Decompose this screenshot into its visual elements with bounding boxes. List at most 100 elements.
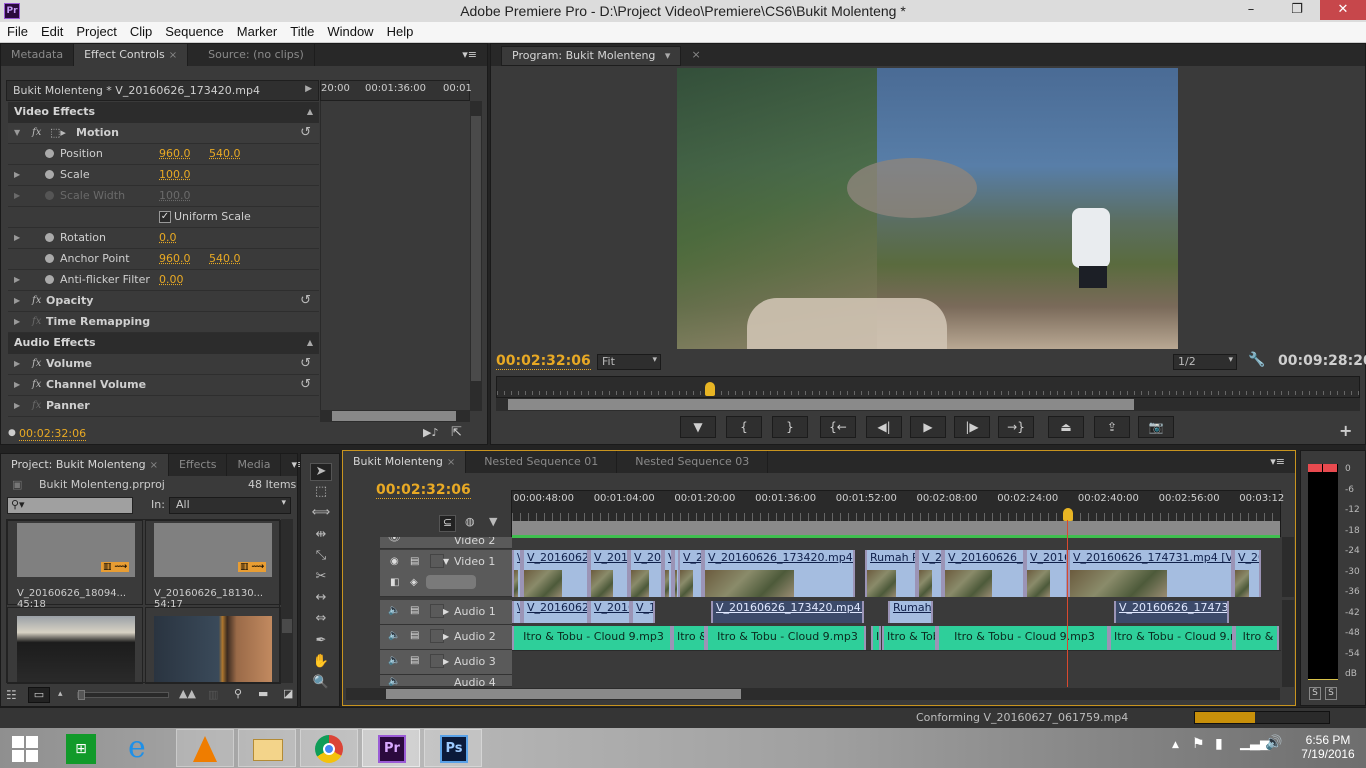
param-value-1[interactable]: 100.0 <box>159 165 191 185</box>
track-lock-icon[interactable] <box>430 554 444 568</box>
expand-triangle-icon[interactable]: ▶ <box>14 228 20 248</box>
sync-lock-icon[interactable]: ▤ <box>410 630 419 641</box>
timeline-timecode[interactable]: 00:02:32:06 <box>376 482 471 499</box>
stopwatch-icon[interactable] <box>45 191 54 200</box>
store-icon[interactable]: ⊞ <box>66 734 96 764</box>
param-value-1[interactable]: 0.00 <box>159 270 184 290</box>
keyframe-nav[interactable] <box>426 575 476 589</box>
automate-to-sequence-icon[interactable]: ▥ <box>208 688 218 701</box>
lift-button[interactable]: ⏏ <box>1048 416 1084 438</box>
track-header-video1[interactable]: ◉ ▤ ▼ Video 1 ◧ ◈ <box>380 550 512 597</box>
program-time-ruler[interactable] <box>496 376 1360 398</box>
ec-horizontal-scrollbar[interactable] <box>320 410 470 422</box>
timeline-clip[interactable]: Itro & Tob <box>882 626 937 650</box>
keyframe-toggle-icon[interactable]: ◈ <box>410 577 418 588</box>
collapse-triangle-icon[interactable]: ▼ <box>443 557 449 566</box>
clip-indicator-left[interactable] <box>1308 464 1322 472</box>
ec-keyframe-area[interactable] <box>320 101 470 411</box>
tab-source[interactable]: Source: (no clips) <box>188 44 315 66</box>
timeline-clip[interactable]: I <box>871 626 881 650</box>
new-item-icon[interactable]: ◪ <box>283 687 293 700</box>
timeline-ruler[interactable]: 00:00:48:00 00:01:04:00 00:01:20:00 00:01:3… <box>511 490 1284 538</box>
button-editor-add[interactable]: + <box>1339 421 1352 440</box>
menu-help[interactable]: Help <box>380 22 420 39</box>
selection-tool-icon[interactable]: ➤ <box>310 463 332 481</box>
photoshop-taskbar-icon[interactable]: Ps <box>424 729 482 767</box>
collapse-icon[interactable]: ▲ <box>307 333 313 353</box>
param-value-1[interactable]: 960.0 <box>159 144 191 164</box>
thumbnail-size-slider[interactable] <box>77 690 169 700</box>
project-item[interactable]: ▥ ⟿ V_20160626_18130... 54;17 <box>145 520 281 610</box>
set-marker-icon[interactable]: ▼ <box>489 515 497 528</box>
tab-metadata[interactable]: Metadata <box>1 44 75 66</box>
expand-triangle-icon[interactable]: ▶ <box>443 632 449 641</box>
program-timecode[interactable]: 00:02:32:06 <box>496 353 591 370</box>
stopwatch-icon[interactable] <box>45 275 54 284</box>
tab-project[interactable]: Project: Bukit Molenteng × <box>1 454 170 476</box>
timeline-clip[interactable]: V_20 <box>1233 550 1261 597</box>
transform-box-icon[interactable]: ⬚▸ <box>50 123 66 143</box>
solo-left-button[interactable]: S <box>1309 687 1321 700</box>
timeline-clip[interactable]: Itro & <box>1234 626 1279 650</box>
slide-tool-icon[interactable]: ⇔ <box>310 611 332 629</box>
zoom-in-icon[interactable]: ▲▲ <box>179 687 196 700</box>
tab-nested-sequence-03[interactable]: Nested Sequence 03 <box>617 451 769 473</box>
param-scale-width[interactable]: ▶ Scale Width 100.0 <box>8 186 319 207</box>
panel-menu-icon[interactable]: ▾≡ <box>1260 451 1295 473</box>
param-value-2[interactable]: 540.0 <box>209 249 241 269</box>
scrollbar-thumb[interactable] <box>508 399 1134 410</box>
play-audio-icon[interactable]: ▶♪ <box>423 426 438 439</box>
reset-icon[interactable]: ↺ <box>300 354 311 374</box>
effect-volume[interactable]: ▶ fx Volume ↺ <box>8 354 319 375</box>
timeline-clip[interactable]: V_2016062 <box>522 601 589 623</box>
expand-triangle-icon[interactable]: ▶ <box>443 657 449 666</box>
param-rotation[interactable]: ▶ Rotation 0.0 <box>8 228 319 249</box>
track-lock-icon[interactable] <box>430 629 444 643</box>
rolling-edit-tool-icon[interactable]: ⇹ <box>310 527 332 545</box>
work-area-bar[interactable] <box>512 521 1280 535</box>
video1-track[interactable]: \V_2016062V_201V_20V\V_2V_20160626_17342… <box>512 550 1281 597</box>
wrench-settings-icon[interactable]: 🔧 <box>1248 352 1265 368</box>
timeline-clip[interactable]: \ <box>512 550 522 597</box>
param-position[interactable]: Position 960.0 540.0 <box>8 144 319 165</box>
timeline-clip[interactable]: Rumah <box>888 601 933 623</box>
snap-icon[interactable]: ⊆ <box>439 515 456 532</box>
video-tracks-scrollbar[interactable] <box>1282 537 1294 597</box>
timeline-clip[interactable]: V_2016 <box>1025 550 1068 597</box>
sync-lock-icon[interactable]: ▤ <box>410 605 419 616</box>
timeline-playhead[interactable] <box>1063 508 1073 521</box>
premiere-pro-taskbar-icon[interactable]: Pr <box>362 729 420 767</box>
project-item[interactable] <box>145 607 281 684</box>
expand-triangle-icon[interactable]: ▶ <box>14 270 20 290</box>
tab-nested-sequence-01[interactable]: Nested Sequence 01 <box>466 451 618 473</box>
go-to-out-button[interactable]: →} <box>998 416 1034 438</box>
video-effects-header[interactable]: Video Effects ▲ <box>8 102 319 123</box>
toggle-loop-icon[interactable]: ⇱ <box>451 425 462 440</box>
menu-project[interactable]: Project <box>69 22 122 39</box>
fx-toggle-icon[interactable]: fx <box>32 291 41 311</box>
expand-triangle-icon[interactable]: ▶ <box>14 354 20 374</box>
expand-triangle-icon[interactable]: ▶ <box>14 396 20 416</box>
scrollbar-thumb[interactable] <box>282 619 292 633</box>
expand-arrow-icon[interactable]: ▶ <box>305 84 312 94</box>
expand-triangle-icon[interactable]: ▶ <box>14 291 20 311</box>
clip-indicator-right[interactable] <box>1323 464 1337 472</box>
ec-timecode[interactable]: 00:02:32:06 <box>19 427 87 441</box>
close-tab-icon[interactable]: × <box>169 50 177 61</box>
close-tab-icon[interactable]: × <box>447 457 455 468</box>
timeline-clip[interactable]: Itro & Tobu - Cloud 9.mp3 <box>512 626 672 650</box>
audio-tracks-scrollbar[interactable] <box>1282 600 1294 687</box>
param-value-1[interactable]: 960.0 <box>159 249 191 269</box>
audio-effects-header[interactable]: Audio Effects ▲ <box>8 333 319 354</box>
project-search-input[interactable]: ⚲▾ <box>7 497 133 514</box>
param-anchor-point[interactable]: Anchor Point 960.0 540.0 <box>8 249 319 270</box>
pen-tool-icon[interactable]: ✒ <box>310 633 332 651</box>
hand-tool-icon[interactable]: ✋ <box>310 654 332 672</box>
reset-icon[interactable]: ↺ <box>300 375 311 395</box>
track-header-audio1[interactable]: 🔈 ▤ ▶ Audio 1 <box>380 600 512 625</box>
chrome-icon[interactable] <box>300 729 358 767</box>
in-filter-select[interactable]: All ▾ <box>169 497 291 514</box>
track-lock-icon[interactable] <box>430 604 444 618</box>
vlc-icon[interactable] <box>176 729 234 767</box>
expand-triangle-icon[interactable]: ▼ <box>14 123 20 143</box>
